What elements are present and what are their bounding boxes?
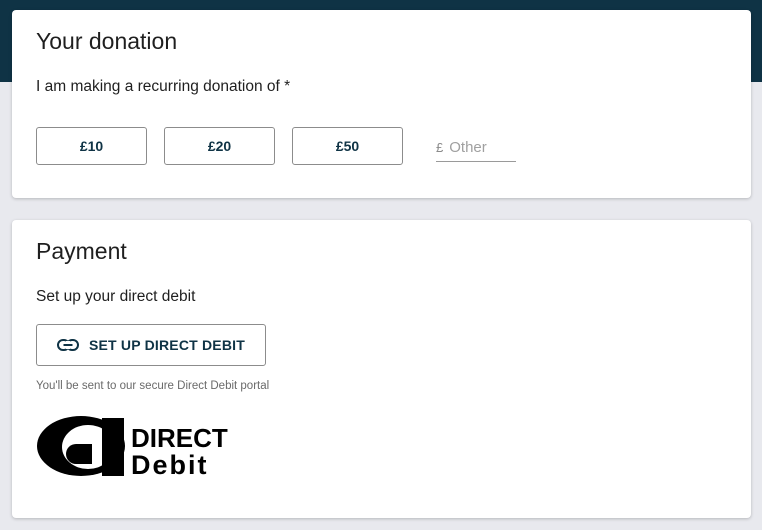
svg-text:Debit: Debit	[131, 450, 209, 480]
currency-symbol: £	[436, 140, 444, 155]
svg-text:DIRECT: DIRECT	[131, 423, 228, 453]
amount-button-20[interactable]: £20	[164, 127, 275, 165]
other-amount-field: £	[436, 134, 516, 162]
amount-button-50[interactable]: £50	[292, 127, 403, 165]
setup-direct-debit-label: SET UP DIRECT DEBIT	[88, 337, 245, 353]
donation-prompt: I am making a recurring donation of *	[36, 78, 291, 95]
portal-note: You'll be sent to our secure Direct Debi…	[36, 380, 270, 392]
donation-title: Your donation	[36, 28, 178, 54]
amount-button-10[interactable]: £10	[36, 127, 147, 165]
setup-direct-debit-button[interactable]: SET UP DIRECT DEBIT	[36, 324, 266, 366]
direct-debit-logo: DIRECT Debit	[36, 414, 236, 480]
payment-prompt: Set up your direct debit	[36, 288, 196, 305]
link-icon	[56, 339, 79, 351]
donation-card: Your donation I am making a recurring do…	[12, 10, 751, 198]
payment-card: Payment Set up your direct debit SET UP …	[12, 220, 751, 518]
payment-title: Payment	[36, 238, 127, 264]
other-amount-input[interactable]	[449, 139, 510, 156]
